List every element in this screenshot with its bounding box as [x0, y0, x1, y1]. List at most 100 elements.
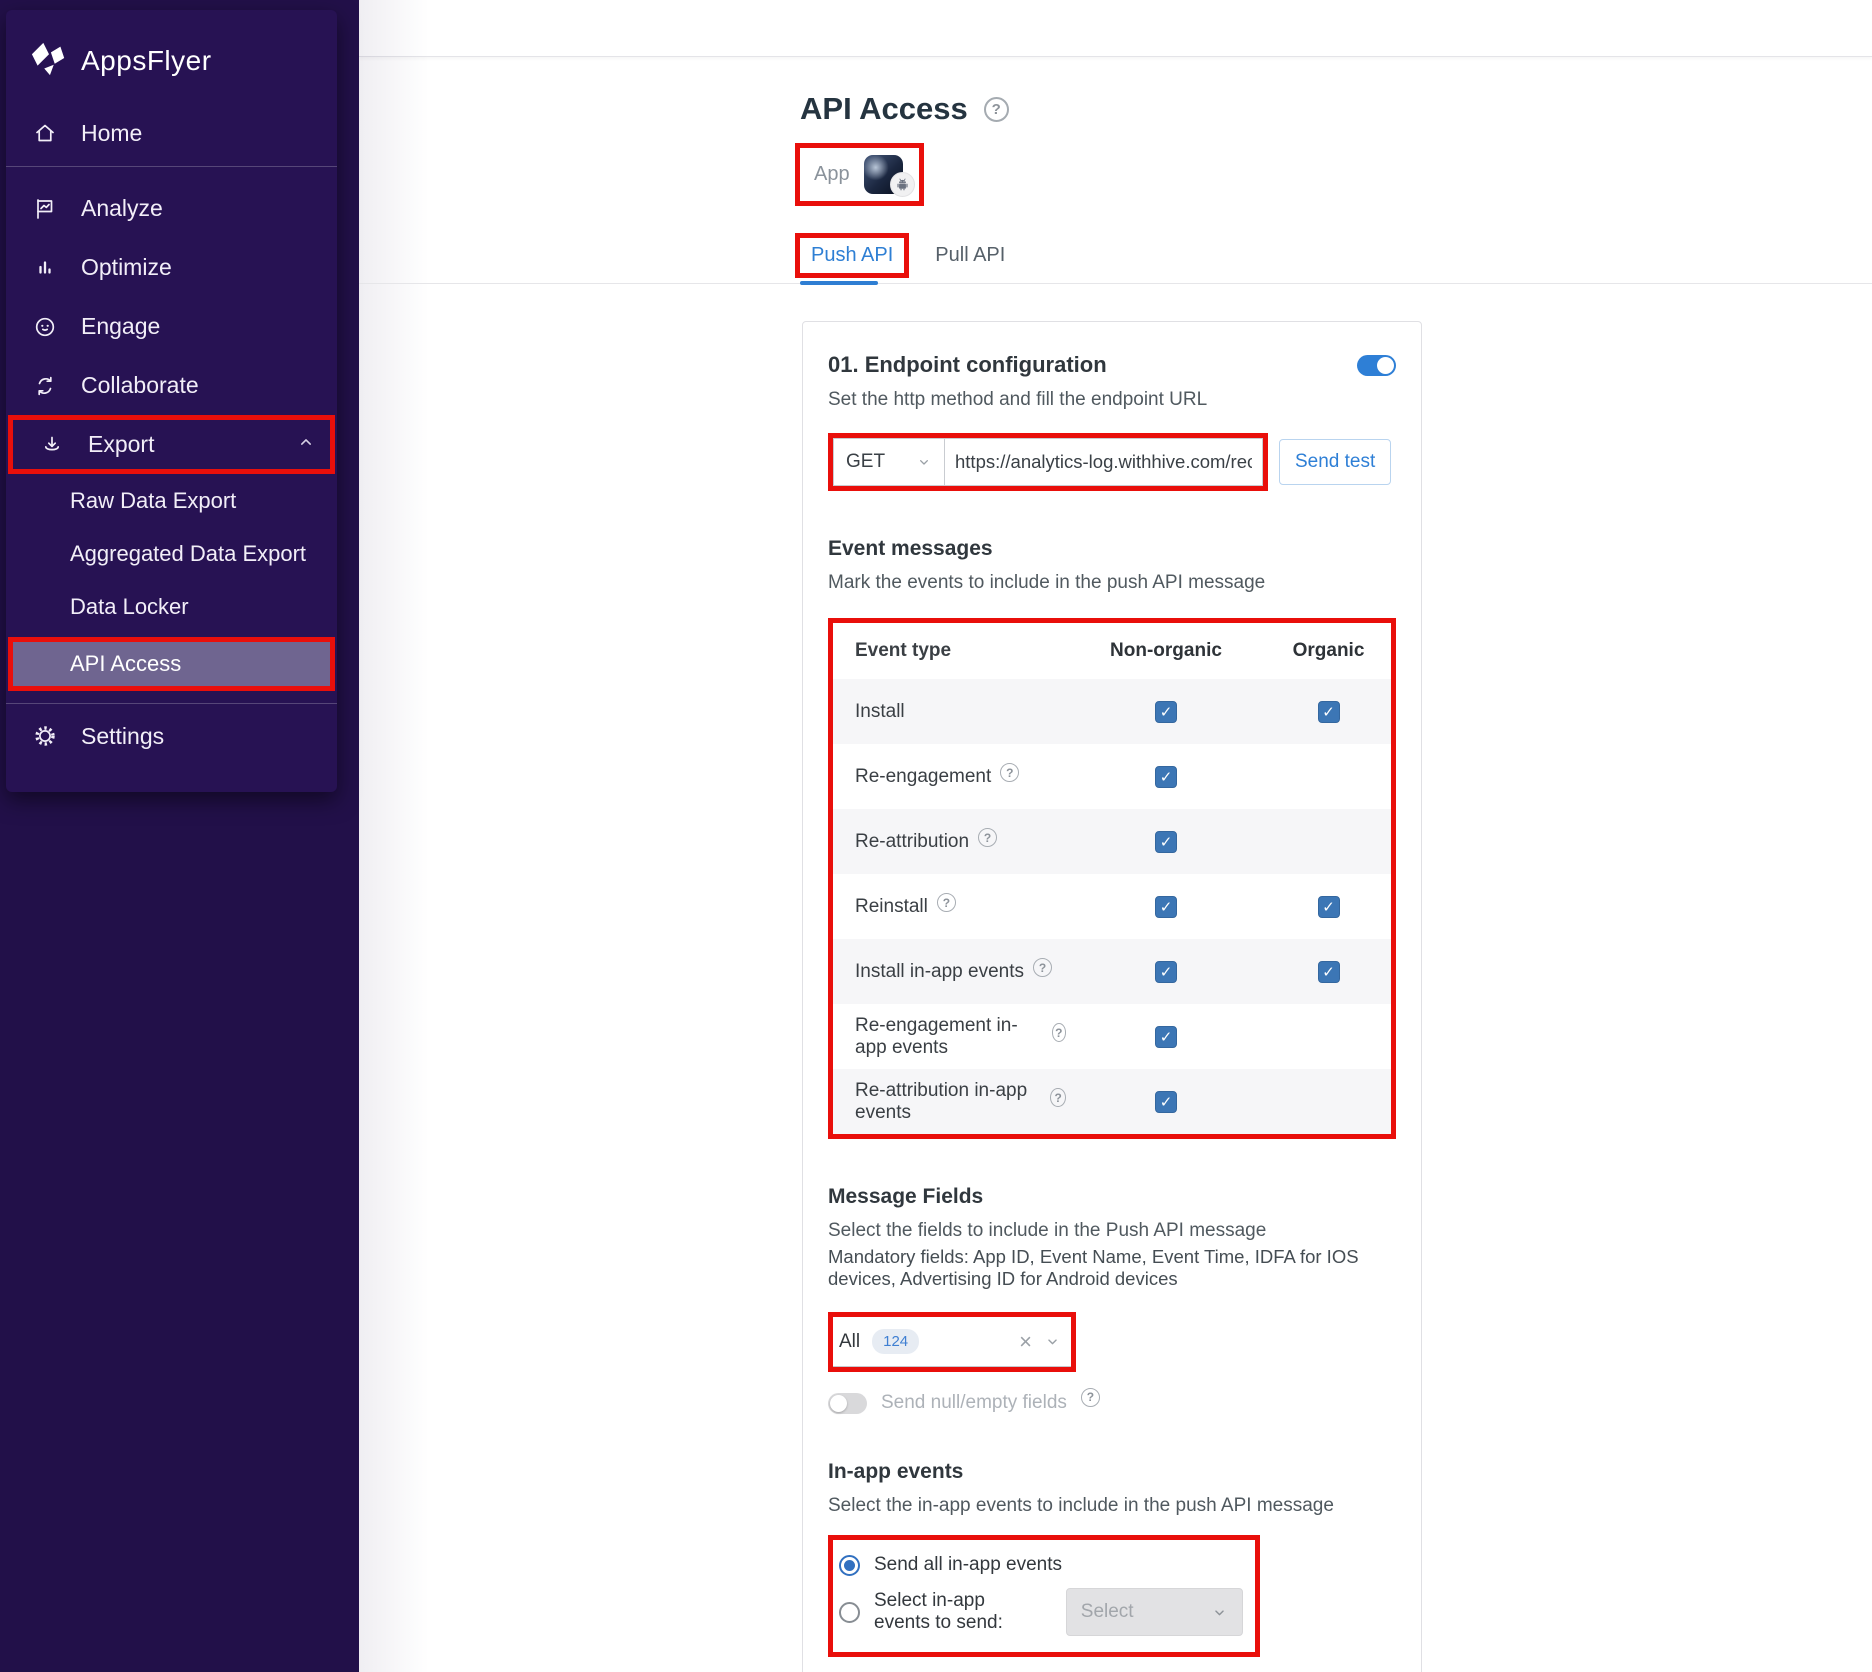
checkbox-organic[interactable]: ✓	[1318, 961, 1340, 983]
help-icon[interactable]: ?	[1000, 763, 1019, 782]
send-null-fields-toggle[interactable]	[828, 1393, 867, 1414]
top-bar	[359, 0, 1872, 57]
sidebar-item-settings[interactable]: Settings	[6, 704, 337, 768]
checkbox-organic[interactable]: ✓	[1318, 896, 1340, 918]
annotation-box-export: Export	[8, 415, 335, 474]
endpoint-enabled-toggle[interactable]	[1357, 355, 1396, 376]
tab-push-api[interactable]: Push API	[811, 244, 893, 266]
help-icon[interactable]: ?	[978, 828, 997, 847]
sidebar-item-label: Home	[81, 120, 142, 147]
gear-icon	[32, 724, 57, 748]
sidebar-item-api-access-active[interactable]: API Access	[13, 642, 330, 686]
checkbox-non-organic[interactable]: ✓	[1155, 1091, 1177, 1113]
sidebar-item-raw-data-export[interactable]: Raw Data Export	[6, 474, 337, 527]
chevron-up-icon	[296, 431, 316, 458]
in-app-events-select-disabled[interactable]: Select	[1066, 1588, 1243, 1636]
chevron-down-icon	[1211, 1604, 1228, 1621]
table-row-re-attribution: Re-attribution? ✓ ✓	[833, 809, 1391, 874]
help-icon[interactable]: ?	[1052, 1023, 1066, 1042]
option-send-all-in-app-events: Send all in-app events	[839, 1554, 1243, 1576]
app-selector-label: App	[814, 163, 850, 186]
sidebar-item-optimize[interactable]: Optimize	[6, 238, 337, 297]
table-row-re-engagement-in-app-events: Re-engagement in-app events? ✓ ✓	[833, 1004, 1391, 1069]
column-header-non-organic: Non-organic	[1066, 640, 1266, 662]
send-test-button[interactable]: Send test	[1279, 439, 1391, 485]
annotation-box-in-app-options: Send all in-app events Select in-app eve…	[828, 1535, 1260, 1657]
annotation-box-push-api-tab: Push API	[795, 233, 909, 278]
in-app-events-title: In-app events	[828, 1460, 1396, 1484]
engage-icon	[32, 315, 57, 339]
app-selector[interactable]: App	[800, 148, 919, 201]
annotation-box-app-selector: App	[795, 143, 924, 206]
checkbox-non-organic[interactable]: ✓	[1155, 1026, 1177, 1048]
endpoint-section-title: 01. Endpoint configuration	[828, 352, 1107, 378]
event-type-label: Install	[855, 701, 905, 723]
message-fields-title: Message Fields	[828, 1185, 1396, 1209]
option-select-in-app-events: Select in-app events to send: Select	[839, 1588, 1243, 1636]
select-placeholder: Select	[1081, 1601, 1134, 1623]
sidebar-item-label: Settings	[81, 723, 164, 750]
message-fields-subtitle: Select the fields to include in the Push…	[828, 1220, 1396, 1242]
event-type-label: Reinstall	[855, 896, 928, 918]
sidebar-item-label: Export	[88, 431, 154, 458]
radio-unselected[interactable]	[839, 1602, 860, 1623]
event-type-label: Re-attribution in-app events	[855, 1080, 1041, 1124]
collaborate-icon	[32, 374, 57, 398]
home-icon	[32, 121, 57, 145]
checkbox-organic[interactable]: ✓	[1318, 701, 1340, 723]
in-app-events-subtitle: Select the in-app events to include in t…	[828, 1495, 1396, 1517]
help-icon[interactable]: ?	[1033, 958, 1052, 977]
endpoint-url-input[interactable]	[945, 438, 1263, 486]
api-tabs: Push API Pull API	[359, 228, 1872, 284]
push-api-card: 01. Endpoint configuration Set the http …	[802, 321, 1422, 1672]
annotation-box-api-access: API Access	[8, 637, 335, 691]
app-icon[interactable]	[864, 155, 903, 194]
tab-pull-api[interactable]: Pull API	[935, 244, 1005, 267]
android-icon	[890, 172, 915, 197]
sidebar-item-data-locker[interactable]: Data Locker	[6, 580, 337, 633]
sidebar-item-collaborate[interactable]: Collaborate	[6, 356, 337, 415]
checkbox-non-organic[interactable]: ✓	[1155, 766, 1177, 788]
event-type-label: Re-attribution	[855, 831, 969, 853]
table-header-row: Event type Non-organic Organic	[833, 623, 1391, 679]
optimize-icon	[32, 256, 57, 280]
fields-multiselect[interactable]: All 124 ×	[833, 1317, 1071, 1367]
help-icon[interactable]: ?	[937, 893, 956, 912]
help-icon[interactable]: ?	[984, 97, 1009, 122]
appsflyer-logo-text: AppsFlyer	[81, 45, 212, 77]
checkbox-non-organic[interactable]: ✓	[1155, 701, 1177, 723]
chevron-down-icon	[916, 454, 932, 470]
http-method-select[interactable]: GET	[833, 438, 945, 486]
table-row-re-engagement: Re-engagement? ✓ ✓	[833, 744, 1391, 809]
checkbox-non-organic[interactable]: ✓	[1155, 896, 1177, 918]
sidebar-item-label: Analyze	[81, 195, 163, 222]
sidebar-item-label: Data Locker	[70, 594, 189, 620]
column-header-organic: Organic	[1266, 640, 1391, 662]
annotation-box-endpoint-url: GET	[828, 433, 1268, 491]
sidebar-item-label: API Access	[70, 651, 181, 677]
help-icon[interactable]: ?	[1081, 1388, 1100, 1407]
sidebar-item-label: Aggregated Data Export	[70, 541, 306, 567]
http-method-value: GET	[846, 451, 885, 473]
radio-label: Send all in-app events	[874, 1554, 1062, 1576]
export-icon	[39, 433, 64, 457]
chevron-down-icon[interactable]	[1044, 1333, 1061, 1350]
checkbox-non-organic[interactable]: ✓	[1155, 831, 1177, 853]
radio-selected[interactable]	[839, 1555, 860, 1576]
sidebar-item-label: Engage	[81, 313, 160, 340]
event-messages-subtitle: Mark the events to include in the push A…	[828, 572, 1396, 594]
sidebar-item-export[interactable]: Export	[13, 420, 330, 469]
checkbox-non-organic[interactable]: ✓	[1155, 961, 1177, 983]
sidebar-item-home[interactable]: Home	[6, 100, 337, 166]
help-icon[interactable]: ?	[1050, 1088, 1066, 1107]
appsflyer-logo[interactable]: AppsFlyer	[6, 14, 337, 86]
annotation-box-event-table: Event type Non-organic Organic Install? …	[828, 618, 1396, 1139]
fields-selected-value: All	[839, 1331, 860, 1353]
sidebar-item-analyze[interactable]: Analyze	[6, 179, 337, 238]
sidebar-item-aggregated-data-export[interactable]: Aggregated Data Export	[6, 527, 337, 580]
sidebar: AppsFlyer Home Analyze	[0, 0, 359, 1672]
clear-icon[interactable]: ×	[1019, 1331, 1032, 1353]
appsflyer-api-access-page: AppsFlyer Home Analyze	[0, 0, 1872, 1672]
sidebar-item-engage[interactable]: Engage	[6, 297, 337, 356]
page-title: API Access	[800, 91, 968, 127]
